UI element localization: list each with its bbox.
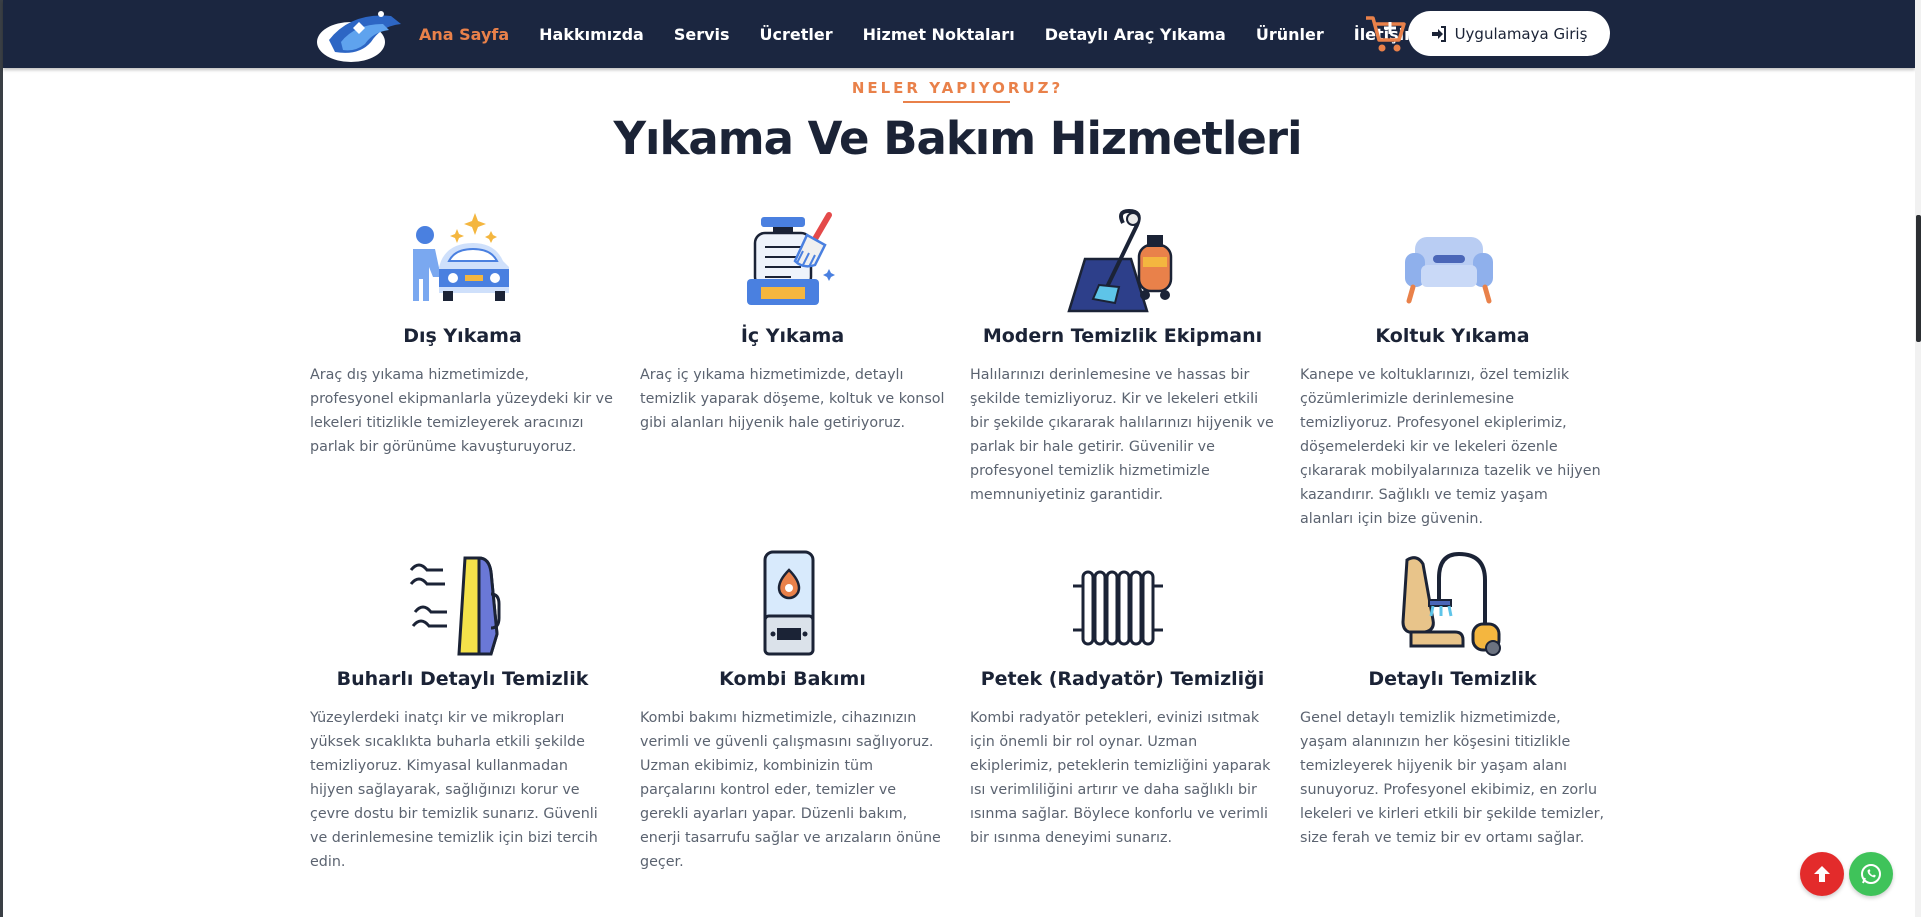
navbar: Ana Sayfa Hakkımızda Servis Ücretler Hiz… xyxy=(3,0,1915,68)
nav-item-detayli-arac-yikama[interactable]: Detaylı Araç Yıkama xyxy=(1045,25,1226,44)
nav-item-servis[interactable]: Servis xyxy=(674,25,730,44)
nav-item-ucretler[interactable]: Ücretler xyxy=(760,25,833,44)
main-nav: Ana Sayfa Hakkımızda Servis Ücretler Hiz… xyxy=(419,0,1451,68)
cart-icon[interactable] xyxy=(1364,14,1406,54)
app-login-button[interactable]: Uygulamaya Giriş xyxy=(1408,11,1610,56)
arrow-up-icon xyxy=(1814,866,1830,882)
sign-in-icon xyxy=(1431,25,1446,42)
service-title: İç Yıkama xyxy=(740,325,845,347)
radiator-icon xyxy=(1073,570,1163,646)
service-title: Kombi Bakımı xyxy=(719,668,866,690)
service-description: Araç dış yıkama hizmetimizde, profesyone… xyxy=(310,367,613,455)
nav-item-hizmet-noktalari[interactable]: Hizmet Noktaları xyxy=(863,25,1015,44)
service-description: Kanepe ve koltuklarınızı, özel temizlik … xyxy=(1300,367,1601,527)
app-login-label: Uygulamaya Giriş xyxy=(1454,24,1588,43)
section-eyebrow: NELER YAPIYORUZ? xyxy=(851,79,1064,97)
scrollbar-track[interactable] xyxy=(1915,0,1921,917)
seat-vacuum-icon xyxy=(1401,552,1501,656)
sofa-icon xyxy=(1405,237,1493,304)
section-title: Yıkama Ve Bakım Hizmetleri xyxy=(613,112,1302,165)
service-title: Petek (Radyatör) Temizliği xyxy=(980,668,1265,690)
scroll-top-button[interactable] xyxy=(1800,852,1844,896)
service-description: Kombi bakımı hizmetimizle, cihazınızın v… xyxy=(640,710,941,870)
service-card-modern-temizlik: Modern Temizlik Ekipmanı Halılarınızı de… xyxy=(970,207,1275,517)
service-description: Kombi radyatör petekleri, evinizi ısıtma… xyxy=(970,710,1271,846)
service-description: Halılarınızı derinlemesine ve hassas bir… xyxy=(970,367,1274,503)
service-card-buharli-temizlik: Buharlı Detaylı Temizlik Yüzeylerdeki in… xyxy=(310,550,615,870)
service-title: Koltuk Yıkama xyxy=(1375,325,1530,347)
whatsapp-button[interactable] xyxy=(1849,852,1893,896)
scrollbar-thumb[interactable] xyxy=(1916,215,1921,342)
service-card-dis-yikama: Dış Yıkama Araç dış yıkama hizmetimizde,… xyxy=(310,207,615,517)
boiler-icon xyxy=(763,550,815,656)
nav-item-ana-sayfa[interactable]: Ana Sayfa xyxy=(419,25,509,44)
brand-logo[interactable] xyxy=(311,2,407,66)
service-title: Modern Temizlik Ekipmanı xyxy=(982,325,1263,347)
carpet-vacuum-icon xyxy=(1067,208,1173,313)
steam-iron-icon xyxy=(409,556,501,656)
nav-item-urunler[interactable]: Ürünler xyxy=(1256,25,1324,44)
eyebrow-underline xyxy=(903,101,1010,103)
car-washer-icon xyxy=(413,213,509,301)
service-card-ic-yikama: İç Yıkama Araç iç yıkama hizmetimizde, d… xyxy=(640,207,945,517)
service-title: Dış Yıkama xyxy=(403,325,522,347)
whatsapp-icon xyxy=(1861,864,1881,884)
nav-item-hakkimizda[interactable]: Hakkımızda xyxy=(539,25,644,44)
service-card-detayli-temizlik: Detaylı Temizlik Genel detaylı temizlik … xyxy=(1300,550,1605,860)
service-card-koltuk-yikama: Koltuk Yıkama Kanepe ve koltuklarınızı, … xyxy=(1300,207,1605,527)
service-card-petek-temizligi: Petek (Radyatör) Temizliği Kombi radyatö… xyxy=(970,550,1275,860)
service-description: Araç iç yıkama hizmetimizde, detaylı tem… xyxy=(640,367,945,431)
service-title: Buharlı Detaylı Temizlik xyxy=(336,668,589,690)
interior-cleaning-icon xyxy=(747,212,835,305)
service-description: Genel detaylı temizlik hizmetimizde, yaş… xyxy=(1300,710,1605,846)
service-card-kombi-bakimi: Kombi Bakımı Kombi bakımı hizmetimizle, … xyxy=(640,550,945,870)
service-description: Yüzeylerdeki inatçı kir ve mikropları yü… xyxy=(310,710,598,870)
service-title: Detaylı Temizlik xyxy=(1368,668,1537,690)
